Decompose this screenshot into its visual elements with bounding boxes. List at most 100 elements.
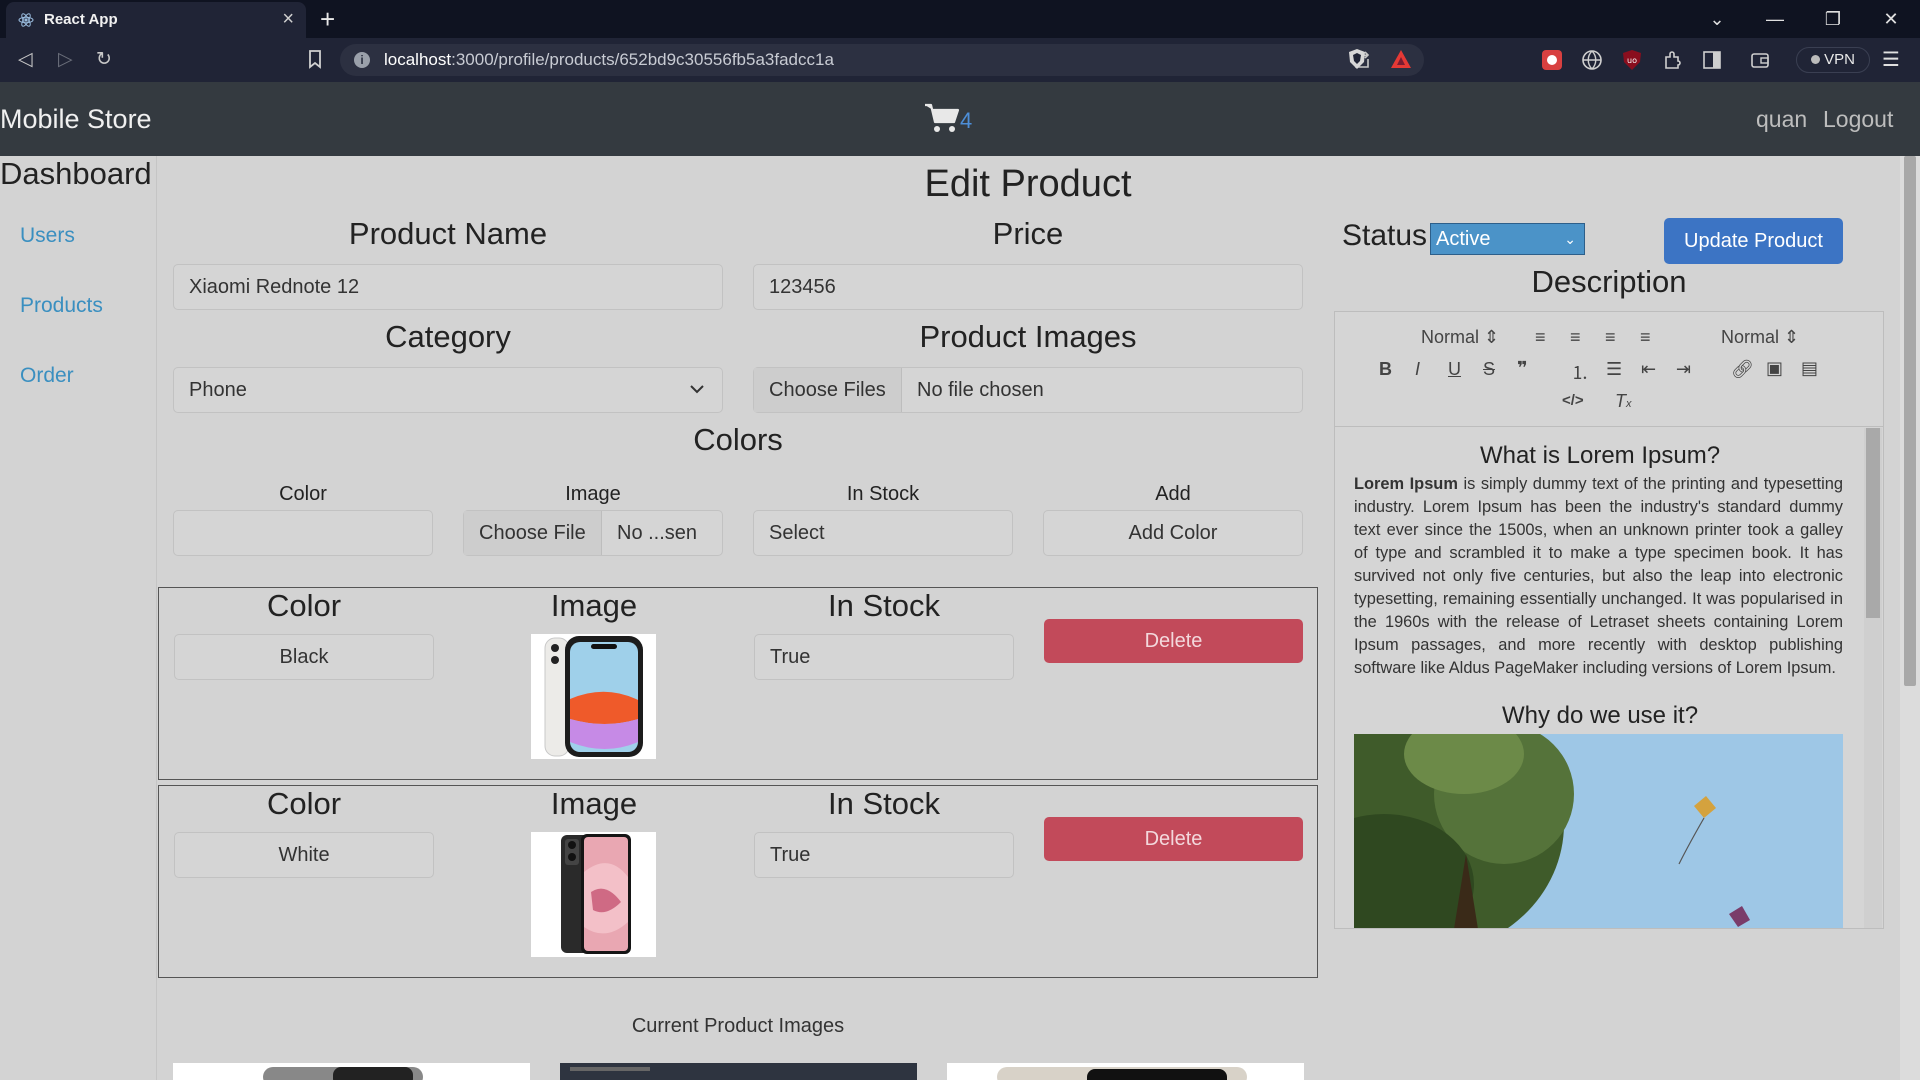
address-bar[interactable]: i localhost:3000/profile/products/652bd9… (340, 44, 1424, 76)
ordered-list-icon[interactable]: ⒈ (1571, 359, 1589, 385)
page-scrollbar[interactable] (1900, 156, 1920, 1080)
delete-color-button[interactable]: Delete (1044, 619, 1303, 663)
window-controls: ⌄ — ❐ ✕ (1688, 0, 1920, 38)
strike-icon[interactable]: S (1483, 359, 1495, 380)
editor-scrollbar[interactable] (1864, 428, 1882, 928)
category-select[interactable]: Phone (173, 367, 723, 413)
sidebar-item-users[interactable]: Users (20, 224, 75, 248)
price-input[interactable]: 123456 (753, 264, 1303, 310)
link-icon[interactable]: 🔗︎ (1731, 359, 1754, 380)
extension-red-icon[interactable] (1541, 49, 1563, 71)
restore-icon[interactable]: ❐ (1804, 0, 1862, 38)
align-justify-icon[interactable]: ≡ (1640, 327, 1651, 348)
editor-toolbar: Normal ⇕ ≡ ≡ ≡ ≡ Normal ⇕ B I U S ❞ ⒈ ☰ … (1335, 312, 1883, 427)
tab-search-icon[interactable]: ⌄ (1688, 0, 1746, 38)
page-scrollbar-thumb[interactable] (1904, 156, 1916, 686)
react-icon (18, 13, 34, 27)
status-select[interactable]: Active ⌄ (1430, 223, 1585, 255)
color-entry-stock-field[interactable]: True (754, 832, 1014, 878)
add-color-button[interactable]: Add Color (1043, 510, 1303, 556)
product-images-file-input[interactable]: Choose Files No file chosen (753, 367, 1303, 413)
browser-tab-strip: React App × + ⌄ — ❐ ✕ (0, 0, 1920, 38)
logout-link[interactable]: Logout (1823, 106, 1893, 133)
color-entry-color-field[interactable]: Black (174, 634, 434, 680)
no-file-text: No file chosen (917, 379, 1044, 401)
italic-icon[interactable]: I (1415, 359, 1420, 380)
brand-link[interactable]: Mobile Store (0, 104, 152, 135)
bold-icon[interactable]: B (1379, 359, 1392, 380)
kite-tree-photo (1354, 734, 1843, 928)
delete-color-button[interactable]: Delete (1044, 817, 1303, 861)
brave-rewards-icon[interactable] (1390, 49, 1412, 69)
color-entry-image (531, 634, 656, 759)
current-image-thumbnail (947, 1063, 1304, 1080)
choose-file-button[interactable]: Choose File (464, 511, 602, 555)
color-entry-stock-label: In Stock (828, 786, 940, 821)
editor-content[interactable]: What is Lorem Ipsum? Lorem Ipsum is simp… (1335, 427, 1883, 928)
video-icon[interactable]: ▤ (1801, 358, 1818, 379)
browser-toolbar: ◁ ▷ ↻ i localhost:3000/profile/products/… (0, 38, 1920, 82)
color-image-file-input[interactable]: Choose File No ...sen (463, 510, 723, 556)
product-name-input[interactable]: Xiaomi Rednote 12 (173, 264, 723, 310)
browser-menu-icon[interactable]: ☰ (1882, 47, 1900, 72)
clear-format-icon[interactable]: Tx (1615, 391, 1632, 412)
align-center-icon[interactable]: ≡ (1570, 327, 1581, 348)
globe-icon[interactable] (1581, 49, 1603, 71)
update-product-button[interactable]: Update Product (1664, 218, 1843, 264)
site-info-icon[interactable]: i (354, 52, 370, 68)
image-icon[interactable]: ▣ (1766, 358, 1783, 379)
vpn-status-icon (1811, 55, 1821, 64)
forward-icon[interactable]: ▷ (58, 48, 73, 71)
underline-icon[interactable]: U (1448, 359, 1461, 380)
editor-scrollbar-thumb[interactable] (1866, 428, 1880, 618)
status-value: Active (1436, 228, 1491, 250)
ublock-icon[interactable]: uo (1621, 49, 1643, 71)
sidebar-item-order[interactable]: Order (20, 364, 74, 388)
tab-close-icon[interactable]: × (282, 8, 294, 31)
reload-icon[interactable]: ↻ (96, 48, 112, 71)
new-color-input[interactable] (173, 510, 433, 556)
new-tab-icon[interactable]: + (320, 4, 335, 35)
tab-title: React App (44, 11, 118, 28)
bullet-list-icon[interactable]: ☰ (1606, 359, 1622, 380)
color-entry-color-label: Color (266, 786, 342, 821)
brave-shield-icon[interactable] (1346, 47, 1368, 71)
outdent-icon[interactable]: ⇤ (1641, 359, 1656, 380)
sidebar-toggle-icon[interactable] (1701, 49, 1723, 71)
phone-preview-image (263, 1067, 423, 1080)
minimize-icon[interactable]: — (1746, 0, 1804, 38)
url-text[interactable]: localhost:3000/profile/products/652bd9c3… (384, 50, 834, 70)
browser-tab[interactable]: React App × (6, 2, 306, 38)
cart-icon (925, 103, 960, 132)
back-icon[interactable]: ◁ (18, 48, 33, 71)
choose-files-button[interactable]: Choose Files (754, 368, 902, 412)
content-bold-lead: Lorem Ipsum (1354, 475, 1458, 493)
align-left-icon[interactable]: ≡ (1535, 327, 1546, 348)
product-images-label: Product Images (919, 319, 1137, 354)
color-entry-stock-field[interactable]: True (754, 634, 1014, 680)
header-size-picker[interactable]: Normal ⇕ (1421, 327, 1499, 348)
app-navbar: Mobile Store 4 quan Logout (0, 82, 1920, 156)
phone-preview-image (997, 1067, 1247, 1080)
font-size-picker[interactable]: Normal ⇕ (1721, 327, 1799, 348)
color-entry-color-field[interactable]: White (174, 832, 434, 878)
vpn-button[interactable]: VPN (1796, 47, 1870, 73)
indent-icon[interactable]: ⇥ (1676, 359, 1691, 380)
window-close-icon[interactable]: ✕ (1862, 0, 1920, 38)
cart-link[interactable]: 4 (924, 102, 972, 134)
page-title: Edit Product (924, 163, 1132, 205)
current-images-title: Current Product Images (631, 1015, 845, 1037)
color-entry-stock-label: In Stock (828, 588, 940, 623)
color-entry-image (531, 832, 656, 957)
code-block-icon[interactable]: </> (1562, 392, 1584, 409)
stock-select[interactable]: Select (753, 510, 1013, 556)
price-label: Price (992, 216, 1064, 251)
user-name-link[interactable]: quan (1756, 106, 1807, 133)
extensions-icon[interactable] (1661, 49, 1683, 71)
blockquote-icon[interactable]: ❞ (1517, 358, 1528, 379)
bookmark-icon[interactable] (304, 48, 326, 70)
align-right-icon[interactable]: ≡ (1605, 327, 1616, 348)
sidebar-item-products[interactable]: Products (20, 294, 103, 318)
wallet-icon[interactable] (1749, 49, 1771, 71)
add-col-label: Add (1155, 483, 1191, 505)
